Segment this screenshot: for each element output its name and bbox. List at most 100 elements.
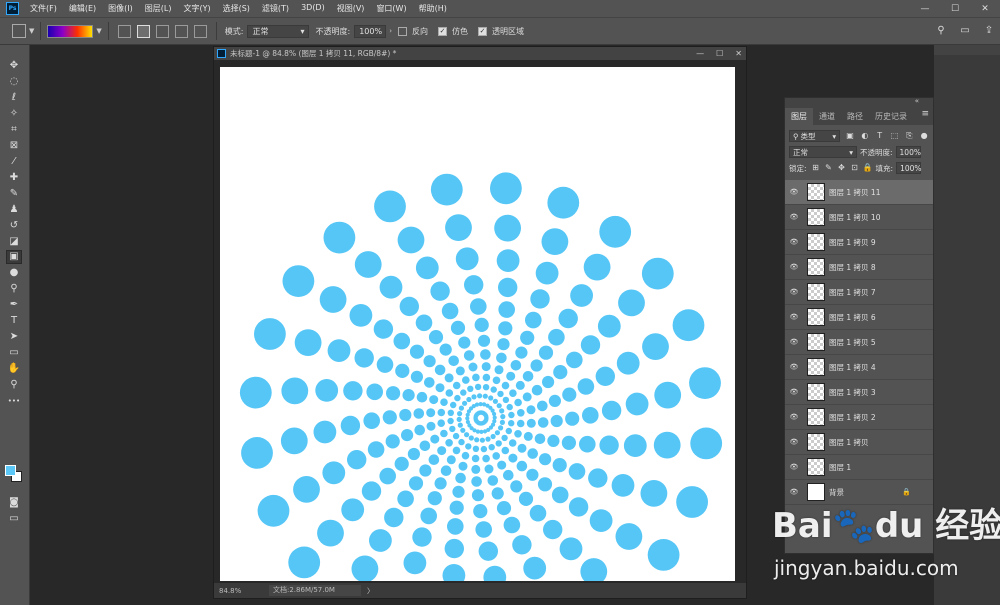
tab-channels[interactable]: 通道 xyxy=(813,108,841,125)
menu-item[interactable]: 图像(I) xyxy=(102,3,139,14)
visibility-eye-icon[interactable]: 👁 xyxy=(785,438,803,446)
menu-item[interactable]: 窗口(W) xyxy=(370,3,412,14)
reflected-gradient-button[interactable] xyxy=(174,24,188,38)
panel-header[interactable]: « xyxy=(785,97,933,106)
more-tools[interactable]: ••• xyxy=(7,395,21,407)
menu-item[interactable]: 选择(S) xyxy=(217,3,256,14)
canvas[interactable] xyxy=(220,67,735,581)
photoshop-logo-icon[interactable]: Ps xyxy=(6,2,19,15)
chevron-right-icon[interactable]: › xyxy=(389,27,392,35)
marquee-tool[interactable]: ◌ xyxy=(7,76,21,88)
visibility-eye-icon[interactable]: 👁 xyxy=(785,188,803,196)
gradient-picker[interactable] xyxy=(47,24,94,38)
lock-image-icon[interactable]: ✎ xyxy=(824,163,834,173)
hand-tool[interactable]: ✋ xyxy=(7,363,21,375)
filter-shape-icon[interactable]: ⬚ xyxy=(890,131,900,141)
chevron-right-icon[interactable]: 〉 xyxy=(367,586,374,596)
history-brush-tool[interactable]: ↺ xyxy=(7,220,21,232)
menu-item[interactable]: 帮助(H) xyxy=(413,3,453,14)
filter-adjust-icon[interactable]: ◐ xyxy=(860,131,870,141)
menu-item[interactable]: 视图(V) xyxy=(331,3,371,14)
layer-row[interactable]: 👁 图层 1 拷贝 6 xyxy=(785,305,933,330)
menu-item[interactable]: 3D(D) xyxy=(295,3,331,14)
type-tool[interactable]: T xyxy=(7,315,21,327)
eraser-tool[interactable]: ◪ xyxy=(7,236,21,248)
document-info[interactable]: 文档:2.86M/57.0M xyxy=(269,585,361,596)
menu-item[interactable]: 滤镜(T) xyxy=(256,3,295,14)
linear-gradient-button[interactable] xyxy=(117,24,131,38)
blend-mode-select[interactable]: 正常 ▾ xyxy=(789,146,857,158)
visibility-eye-icon[interactable]: 👁 xyxy=(785,463,803,471)
minimize-button[interactable]: — xyxy=(910,0,940,17)
layer-row[interactable]: 👁 图层 1 拷贝 3 xyxy=(785,380,933,405)
pen-tool[interactable]: ✒ xyxy=(7,299,21,311)
visibility-eye-icon[interactable]: 👁 xyxy=(785,388,803,396)
clone-stamp-tool[interactable]: ♟ xyxy=(7,204,21,216)
filter-type-icon[interactable]: T xyxy=(875,131,885,141)
doc-minimize-button[interactable]: — xyxy=(696,47,704,60)
visibility-eye-icon[interactable]: 👁 xyxy=(785,488,803,496)
lock-transparent-icon[interactable]: ⊞ xyxy=(811,163,821,173)
chevron-down-icon[interactable]: ▼ xyxy=(29,27,34,35)
screen-mode-icon[interactable]: ▭ xyxy=(7,513,21,525)
blur-tool[interactable]: ● xyxy=(7,267,21,279)
close-button[interactable]: ✕ xyxy=(970,0,1000,17)
tab-paths[interactable]: 路径 xyxy=(841,108,869,125)
diamond-gradient-button[interactable] xyxy=(193,24,207,38)
layer-row[interactable]: 👁 图层 1 拷贝 4 xyxy=(785,355,933,380)
search-icon[interactable]: ⚲ xyxy=(934,23,948,37)
filter-smart-icon[interactable]: ⎘ xyxy=(904,131,914,141)
visibility-eye-icon[interactable]: 👁 xyxy=(785,363,803,371)
lock-all-icon[interactable]: 🔒 xyxy=(863,163,873,173)
mode-select[interactable]: 正常 ▾ xyxy=(247,24,310,38)
transparency-checkbox[interactable]: ✓ xyxy=(478,26,487,36)
tab-history[interactable]: 历史记录 xyxy=(869,108,913,125)
maximize-button[interactable]: ☐ xyxy=(940,0,970,17)
move-tool[interactable]: ✥ xyxy=(7,60,21,72)
crop-tool[interactable]: ⌗ xyxy=(7,124,21,136)
opacity-input[interactable]: 100% xyxy=(354,24,387,38)
panel-menu-icon[interactable]: ≡ xyxy=(921,109,929,119)
doc-close-button[interactable]: ✕ xyxy=(735,47,742,60)
gradient-tool[interactable]: ▣ xyxy=(6,250,22,264)
visibility-eye-icon[interactable]: 👁 xyxy=(785,413,803,421)
tool-preset-icon[interactable] xyxy=(12,24,26,38)
filter-pixel-icon[interactable]: ▣ xyxy=(845,131,855,141)
magic-wand-tool[interactable]: ✧ xyxy=(7,108,21,120)
layer-row[interactable]: 👁 图层 1 拷贝 5 xyxy=(785,330,933,355)
visibility-eye-icon[interactable]: 👁 xyxy=(785,238,803,246)
lock-artboard-icon[interactable]: ⊡ xyxy=(850,163,860,173)
reverse-checkbox[interactable] xyxy=(398,26,407,36)
radial-gradient-button[interactable] xyxy=(136,24,150,38)
tab-layers[interactable]: 图层 xyxy=(785,108,813,125)
foreground-color-swatch[interactable] xyxy=(5,465,16,476)
layer-row[interactable]: 👁 背景 🔒 xyxy=(785,480,933,505)
visibility-eye-icon[interactable]: 👁 xyxy=(785,313,803,321)
collapse-icon[interactable]: « xyxy=(915,97,919,105)
menu-item[interactable]: 文字(Y) xyxy=(177,3,216,14)
menu-item[interactable]: 文件(F) xyxy=(24,3,63,14)
visibility-eye-icon[interactable]: 👁 xyxy=(785,263,803,271)
document-titlebar[interactable]: 未标题-1 @ 84.8% (图层 1 拷贝 11, RGB/8#) * — ☐… xyxy=(214,47,746,60)
filter-select[interactable]: ⚲ 类型 ▾ xyxy=(789,130,841,142)
fill-input[interactable]: 100% xyxy=(896,162,922,174)
layer-row[interactable]: 👁 图层 1 拷贝 2 xyxy=(785,405,933,430)
dither-checkbox[interactable]: ✓ xyxy=(438,26,447,36)
quick-mask-icon[interactable]: ◙ xyxy=(7,497,21,509)
layer-row[interactable]: 👁 图层 1 拷贝 xyxy=(785,430,933,455)
layer-row[interactable]: 👁 图层 1 拷贝 8 xyxy=(785,255,933,280)
dodge-tool[interactable]: ⚲ xyxy=(7,283,21,295)
path-selection-tool[interactable]: ➤ xyxy=(7,331,21,343)
visibility-eye-icon[interactable]: 👁 xyxy=(785,338,803,346)
rectangle-tool[interactable]: ▭ xyxy=(7,347,21,359)
layer-row[interactable]: 👁 图层 1 拷贝 11 xyxy=(785,180,933,205)
menu-item[interactable]: 编辑(E) xyxy=(63,3,102,14)
filter-toggle-icon[interactable]: ● xyxy=(919,131,929,141)
layer-row[interactable]: 👁 图层 1 拷贝 10 xyxy=(785,205,933,230)
layer-row[interactable]: 👁 图层 1 拷贝 9 xyxy=(785,230,933,255)
workspace-icon[interactable]: ▭ xyxy=(958,23,972,37)
frame-tool[interactable]: ⊠ xyxy=(7,140,21,152)
healing-brush-tool[interactable]: ✚ xyxy=(7,172,21,184)
menu-item[interactable]: 图层(L) xyxy=(139,3,178,14)
visibility-eye-icon[interactable]: 👁 xyxy=(785,288,803,296)
